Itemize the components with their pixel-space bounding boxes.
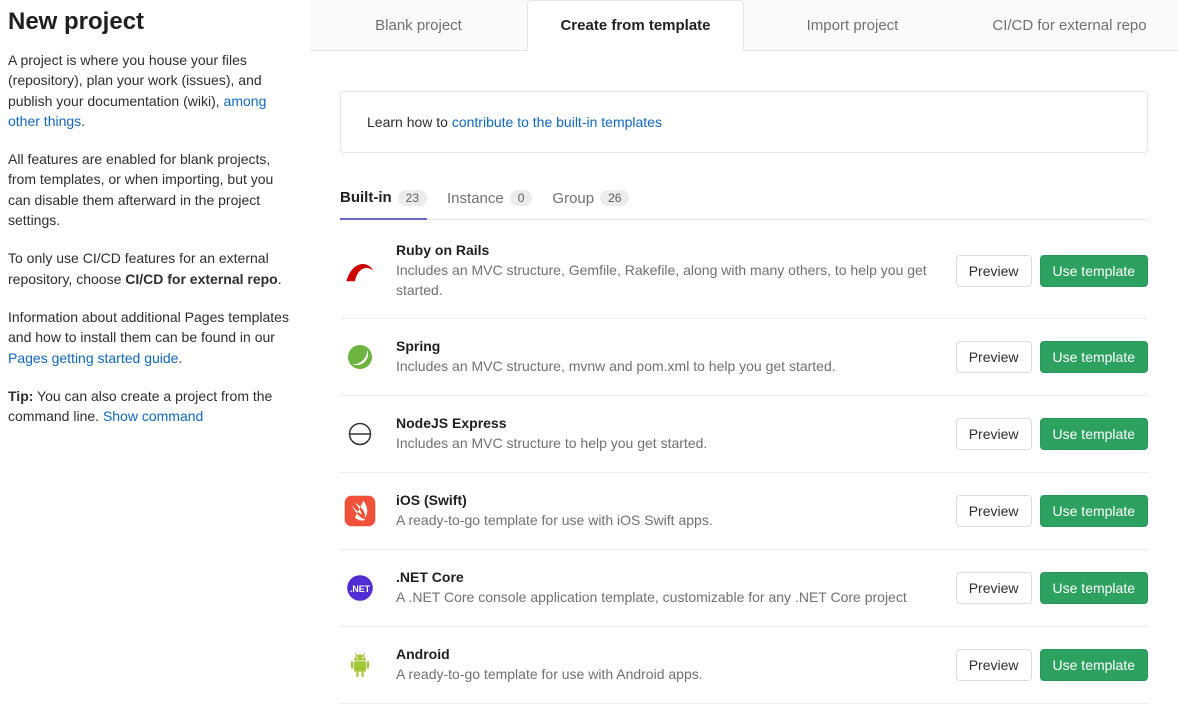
preview-button[interactable]: Preview [956,255,1032,287]
subtab-built-in[interactable]: Built-in 23 [340,189,427,220]
page-title: New project [8,8,290,36]
android-icon [340,645,380,685]
sidebar-tip: Tip: You can also create a project from … [8,386,290,427]
contribute-templates-link[interactable]: contribute to the built-in templates [452,114,662,130]
rails-icon [340,251,380,291]
template-row: Ruby on Rails Includes an MVC structure, … [340,224,1148,319]
template-title: Ruby on Rails [396,242,940,258]
sidebar-desc-2: All features are enabled for blank proje… [8,149,290,230]
template-title: NodeJS Express [396,415,940,431]
node-icon [340,414,380,454]
main-tabs: Blank project Create from template Impor… [310,0,1178,51]
preview-button[interactable]: Preview [956,341,1032,373]
template-title: .NET Core [396,569,940,585]
template-desc: A .NET Core console application template… [396,588,940,608]
preview-button[interactable]: Preview [956,649,1032,681]
dotnet-icon: .NET [340,568,380,608]
template-desc: Includes an MVC structure, mvnw and pom.… [396,357,940,377]
tab-create-from-template[interactable]: Create from template [527,0,744,51]
swift-icon [340,491,380,531]
template-desc: A ready-to-go template for use with Andr… [396,665,940,685]
template-source-tabs: Built-in 23 Instance 0 Group 26 [340,189,1148,220]
use-template-button[interactable]: Use template [1040,341,1148,373]
pages-guide-link[interactable]: Pages getting started guide [8,350,178,366]
sidebar-desc-3: To only use CI/CD features for an extern… [8,248,290,289]
use-template-button[interactable]: Use template [1040,649,1148,681]
sidebar-desc-4: Information about additional Pages templ… [8,307,290,368]
tab-import-project[interactable]: Import project [744,0,961,50]
template-title: Spring [396,338,940,354]
template-row: NodeJS Express Includes an MVC structure … [340,396,1148,473]
spring-icon [340,337,380,377]
instance-count: 0 [510,190,533,206]
use-template-button[interactable]: Use template [1040,255,1148,287]
template-title: Android [396,646,940,662]
preview-button[interactable]: Preview [956,572,1032,604]
tab-cicd-external[interactable]: CI/CD for external repo [961,0,1178,50]
use-template-button[interactable]: Use template [1040,572,1148,604]
template-desc: Includes an MVC structure, Gemfile, Rake… [396,261,940,300]
main: Blank project Create from template Impor… [310,0,1178,724]
template-row: .NET .NET Core A .NET Core console applica… [340,550,1148,627]
use-template-button[interactable]: Use template [1040,418,1148,450]
template-title: iOS (Swift) [396,492,940,508]
subtab-instance[interactable]: Instance 0 [447,189,532,219]
built-in-count: 23 [398,190,427,206]
tab-blank-project[interactable]: Blank project [310,0,527,50]
template-desc: A ready-to-go template for use with iOS … [396,511,940,531]
group-count: 26 [600,190,629,206]
show-command-link[interactable]: Show command [103,408,203,424]
contribute-info-box: Learn how to contribute to the built-in … [340,91,1148,153]
template-desc: Includes an MVC structure to help you ge… [396,434,940,454]
template-row: Spring Includes an MVC structure, mvnw an… [340,319,1148,396]
sidebar-desc-1: A project is where you house your files … [8,50,290,131]
preview-button[interactable]: Preview [956,418,1032,450]
subtab-group[interactable]: Group 26 [552,189,629,219]
sidebar: New project A project is where you house… [0,0,310,724]
template-list: Ruby on Rails Includes an MVC structure, … [340,224,1148,704]
template-row: iOS (Swift) A ready-to-go template for us… [340,473,1148,550]
preview-button[interactable]: Preview [956,495,1032,527]
use-template-button[interactable]: Use template [1040,495,1148,527]
svg-text:.NET: .NET [350,584,371,594]
template-row: Android A ready-to-go template for use wi… [340,627,1148,704]
